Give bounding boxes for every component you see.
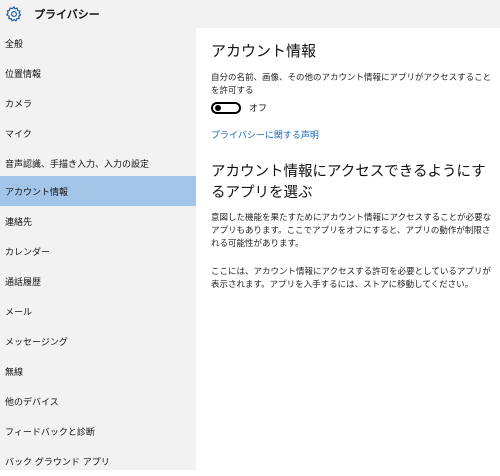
sidebar-item-email[interactable]: メール (0, 296, 196, 326)
sidebar-item-calendar[interactable]: カレンダー (0, 236, 196, 266)
sidebar-item-general[interactable]: 全般 (0, 28, 196, 58)
sidebar-item-call-history[interactable]: 通話履歴 (0, 266, 196, 296)
toggle-state-label: オフ (249, 104, 268, 114)
account-info-description: 自分の名前、画像、その他のアカウント情報にアプリがアクセスすることを許可する (211, 73, 492, 96)
sidebar-item-location[interactable]: 位置情報 (0, 58, 196, 88)
sidebar-item-camera[interactable]: カメラ (0, 88, 196, 118)
apps-list-notice: ここには、アカウント情報にアクセスする許可を必要としているアプリが表示されます。… (211, 267, 491, 290)
title-bar: プライバシー (0, 0, 500, 28)
gear-icon (5, 5, 23, 23)
privacy-statement-link[interactable]: プライバシーに関する声明 (211, 128, 319, 141)
page-title: アカウント情報 (211, 42, 317, 60)
apps-access-explanation: 意図した機能を果たすためにアカウント情報にアクセスすることが必要なアプリもありま… (211, 213, 492, 249)
sidebar-item-other-devices[interactable]: 他のデバイス (0, 386, 196, 416)
sidebar: 全般 位置情報 カメラ マイク 音声認識、手描き入力、入力の設定 アカウント情報… (0, 28, 196, 470)
sidebar-item-account-info[interactable]: アカウント情報 (0, 176, 196, 206)
sidebar-item-feedback[interactable]: フィードバックと診断 (0, 416, 196, 446)
sidebar-item-microphone[interactable]: マイク (0, 118, 196, 148)
sidebar-item-radios[interactable]: 無線 (0, 356, 196, 386)
sidebar-item-messaging[interactable]: メッセージング (0, 326, 196, 356)
window-title: プライバシー (34, 8, 100, 21)
sidebar-item-contacts[interactable]: 連絡先 (0, 206, 196, 236)
account-info-toggle-row: オフ (211, 101, 267, 114)
account-info-toggle[interactable] (211, 101, 241, 114)
toggle-knob (215, 105, 221, 111)
sidebar-item-background-apps[interactable]: バック グラウンド アプリ (0, 446, 196, 476)
sidebar-item-speech[interactable]: 音声認識、手描き入力、入力の設定 (0, 148, 196, 178)
section-heading: アカウント情報にアクセスできるようにするアプリを選ぶ (211, 164, 486, 201)
